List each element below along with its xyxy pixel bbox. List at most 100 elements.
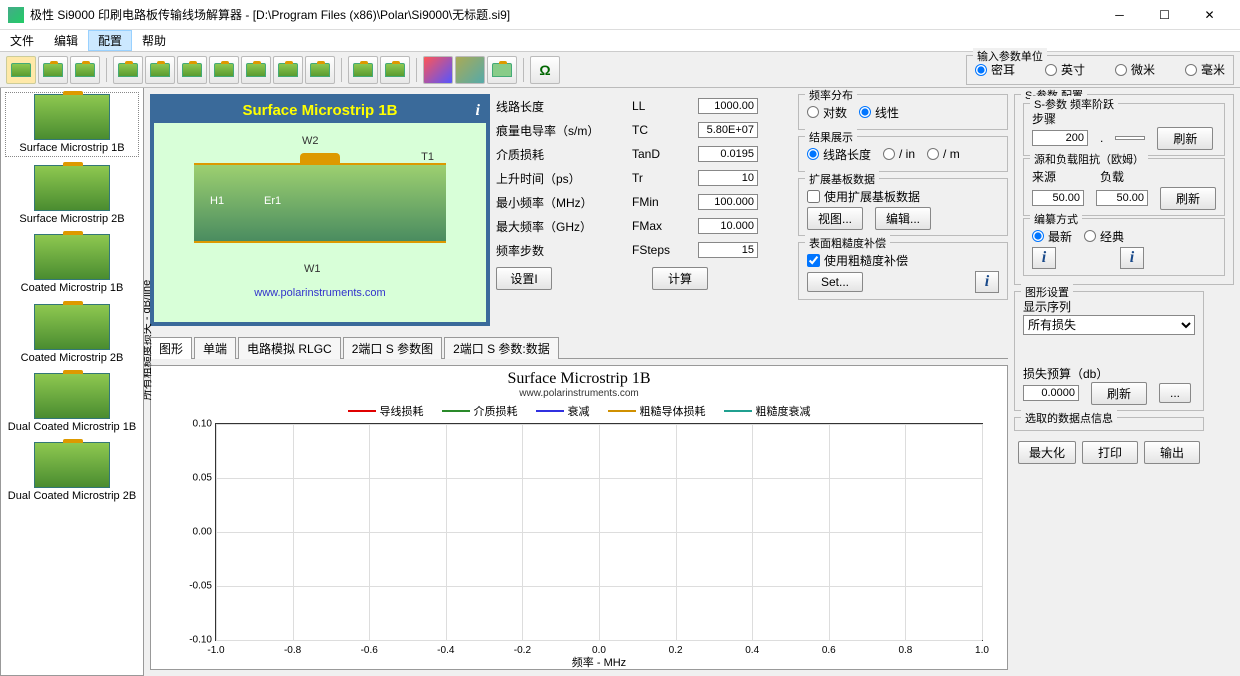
compile-info-2[interactable]: i xyxy=(1120,247,1144,269)
chart-tabs: 图形 单端 电路模拟 RLGC 2端口 S 参数图 2端口 S 参数:数据 xyxy=(150,336,1008,359)
tool-structure-2[interactable] xyxy=(38,56,68,84)
print-button[interactable]: 打印 xyxy=(1082,441,1138,464)
structure-sidebar: Surface Microstrip 1B Surface Microstrip… xyxy=(0,88,144,676)
app-icon xyxy=(8,7,24,23)
impedance-refresh[interactable]: 刷新 xyxy=(1160,187,1216,210)
chart-legend: 导线损耗 介质损耗 衰减 粗糙导体损耗 粗糙度衰减 xyxy=(155,399,1003,423)
tool-structure-4[interactable] xyxy=(113,56,143,84)
menu-help[interactable]: 帮助 xyxy=(132,30,176,51)
loss-budget-input[interactable]: 0.0000 xyxy=(1023,385,1079,401)
tab-sparam-graph[interactable]: 2端口 S 参数图 xyxy=(343,337,442,359)
tool-structure-10[interactable] xyxy=(305,56,335,84)
sparam-config-group: S-参数 配置 S-参数 频率阶跃 步骤 200 . 刷新 源和负载阻抗（欧姆）… xyxy=(1014,94,1234,285)
tool-structure-3[interactable] xyxy=(70,56,100,84)
compile-classic[interactable]: 经典 xyxy=(1084,228,1124,245)
ext-substrate-group: 扩展基板数据 使用扩展基板数据 视图... 编辑... xyxy=(798,178,1008,236)
units-label: 输入参数单位 xyxy=(973,48,1047,64)
freq-dist-group: 频率分布 对数 线性 xyxy=(798,94,1008,130)
compile-info-1[interactable]: i xyxy=(1032,247,1056,269)
graph-settings-group: 图形设置 显示序列 所有损失 损失预算（db） 0.0000 刷新 ... xyxy=(1014,291,1204,411)
maximize-button[interactable]: ☐ xyxy=(1142,0,1187,30)
param-FMin[interactable]: 100.000 xyxy=(698,194,758,210)
chart-title: Surface Microstrip 1B xyxy=(155,370,1003,388)
titlebar: 极性 Si9000 印刷电路板传输线场解算器 - [D:\Program Fil… xyxy=(0,0,1240,30)
structure-diagram: i Surface Microstrip 1B W2 T1 H1 Er1 W1 … xyxy=(150,94,490,326)
minimize-button[interactable]: ─ xyxy=(1097,0,1142,30)
step-refresh[interactable]: 刷新 xyxy=(1157,127,1213,150)
maximize-chart-button[interactable]: 最大化 xyxy=(1018,441,1076,464)
tab-sparam-data[interactable]: 2端口 S 参数:数据 xyxy=(444,337,559,359)
param-Tr[interactable]: 10 xyxy=(698,170,758,186)
info-icon[interactable]: i xyxy=(476,102,480,120)
result-per-m[interactable]: / m xyxy=(927,147,960,161)
chart-area: Surface Microstrip 1B www.polarinstrumen… xyxy=(150,365,1008,670)
roughness-set-button[interactable]: Set... xyxy=(807,272,863,292)
freq-linear[interactable]: 线性 xyxy=(859,104,899,121)
compile-latest[interactable]: 最新 xyxy=(1032,228,1072,245)
tool-structure-9[interactable] xyxy=(273,56,303,84)
tool-structure-7[interactable] xyxy=(209,56,239,84)
step-input[interactable]: 200 xyxy=(1032,130,1088,146)
sidebar-item-0[interactable]: Surface Microstrip 1B xyxy=(5,92,139,157)
menu-edit[interactable]: 编辑 xyxy=(44,30,88,51)
param-LL[interactable]: 1000.00 xyxy=(698,98,758,114)
unit-um[interactable]: 微米 xyxy=(1115,61,1155,78)
chart-subtitle: www.polarinstruments.com xyxy=(155,388,1003,399)
window-title: 极性 Si9000 印刷电路板传输线场解算器 - [D:\Program Fil… xyxy=(30,6,1097,23)
param-FSteps[interactable]: 15 xyxy=(698,242,758,258)
tool-structure-5[interactable] xyxy=(145,56,175,84)
result-linelen[interactable]: 线路长度 xyxy=(807,146,871,163)
tool-structure-1[interactable] xyxy=(6,56,36,84)
toolbar: Ω 输入参数单位 密耳 英寸 微米 毫米 xyxy=(0,52,1240,88)
menubar: 文件 编辑 配置 帮助 xyxy=(0,30,1240,52)
param-TC[interactable]: 5.80E+07 xyxy=(698,122,758,138)
sidebar-item-1[interactable]: Surface Microstrip 2B xyxy=(5,165,139,226)
set-button[interactable]: 设置I xyxy=(496,267,552,290)
datapoint-info-group: 选取的数据点信息 xyxy=(1014,417,1204,431)
tool-special-2[interactable] xyxy=(455,56,485,84)
parameter-panel: 线路长度LL1000.00 痕量电导率（s/m）TC5.80E+07 介质损耗T… xyxy=(496,94,792,326)
sidebar-item-4[interactable]: Dual Coated Microstrip 1B xyxy=(5,373,139,434)
loss-more[interactable]: ... xyxy=(1159,383,1191,403)
unit-inch[interactable]: 英寸 xyxy=(1045,61,1085,78)
load-impedance[interactable]: 50.00 xyxy=(1096,190,1148,206)
result-show-group: 结果展示 线路长度 / in / m xyxy=(798,136,1008,172)
edit-button[interactable]: 编辑... xyxy=(875,207,931,230)
diagram-url: www.polarinstruments.com xyxy=(154,283,486,303)
menu-file[interactable]: 文件 xyxy=(0,30,44,51)
tool-structure-6[interactable] xyxy=(177,56,207,84)
sidebar-item-2[interactable]: Coated Microstrip 1B xyxy=(5,234,139,295)
tool-structure-8[interactable] xyxy=(241,56,271,84)
tool-structure-11[interactable] xyxy=(348,56,378,84)
roughness-info-icon[interactable]: i xyxy=(975,271,999,293)
roughness-check[interactable]: 使用粗糙度补偿 xyxy=(807,252,908,269)
tab-rlgc[interactable]: 电路模拟 RLGC xyxy=(238,337,341,359)
units-group: 输入参数单位 密耳 英寸 微米 毫米 xyxy=(966,55,1234,85)
unit-mm[interactable]: 毫米 xyxy=(1185,61,1225,78)
calc-button[interactable]: 计算 xyxy=(652,267,708,290)
export-button[interactable]: 输出 xyxy=(1144,441,1200,464)
tool-structure-12[interactable] xyxy=(380,56,410,84)
series-select[interactable]: 所有损失 xyxy=(1023,315,1195,335)
result-per-in[interactable]: / in xyxy=(883,147,915,161)
loss-refresh[interactable]: 刷新 xyxy=(1091,382,1147,405)
unit-mil[interactable]: 密耳 xyxy=(975,61,1015,78)
tool-special-3[interactable] xyxy=(487,56,517,84)
view-button[interactable]: 视图... xyxy=(807,207,863,230)
src-impedance[interactable]: 50.00 xyxy=(1032,190,1084,206)
tool-omega[interactable]: Ω xyxy=(530,56,560,84)
diagram-title: Surface Microstrip 1B xyxy=(154,98,486,123)
chart-plot[interactable]: 所有粗糙度损失 - dB/line 频率 - MHz -0.10-0.050.0… xyxy=(215,423,983,641)
param-FMax[interactable]: 10.000 xyxy=(698,218,758,234)
menu-config[interactable]: 配置 xyxy=(88,30,132,51)
freq-log[interactable]: 对数 xyxy=(807,104,847,121)
roughness-group: 表面粗糙度补偿 使用粗糙度补偿 Set... i xyxy=(798,242,1008,300)
sidebar-item-5[interactable]: Dual Coated Microstrip 2B xyxy=(5,442,139,503)
param-TanD[interactable]: 0.0195 xyxy=(698,146,758,162)
close-button[interactable]: ✕ xyxy=(1187,0,1232,30)
tab-graph[interactable]: 图形 xyxy=(150,337,192,359)
sidebar-item-3[interactable]: Coated Microstrip 2B xyxy=(5,304,139,365)
ext-sub-check[interactable]: 使用扩展基板数据 xyxy=(807,188,920,205)
tab-single[interactable]: 单端 xyxy=(194,337,236,359)
tool-special-1[interactable] xyxy=(423,56,453,84)
